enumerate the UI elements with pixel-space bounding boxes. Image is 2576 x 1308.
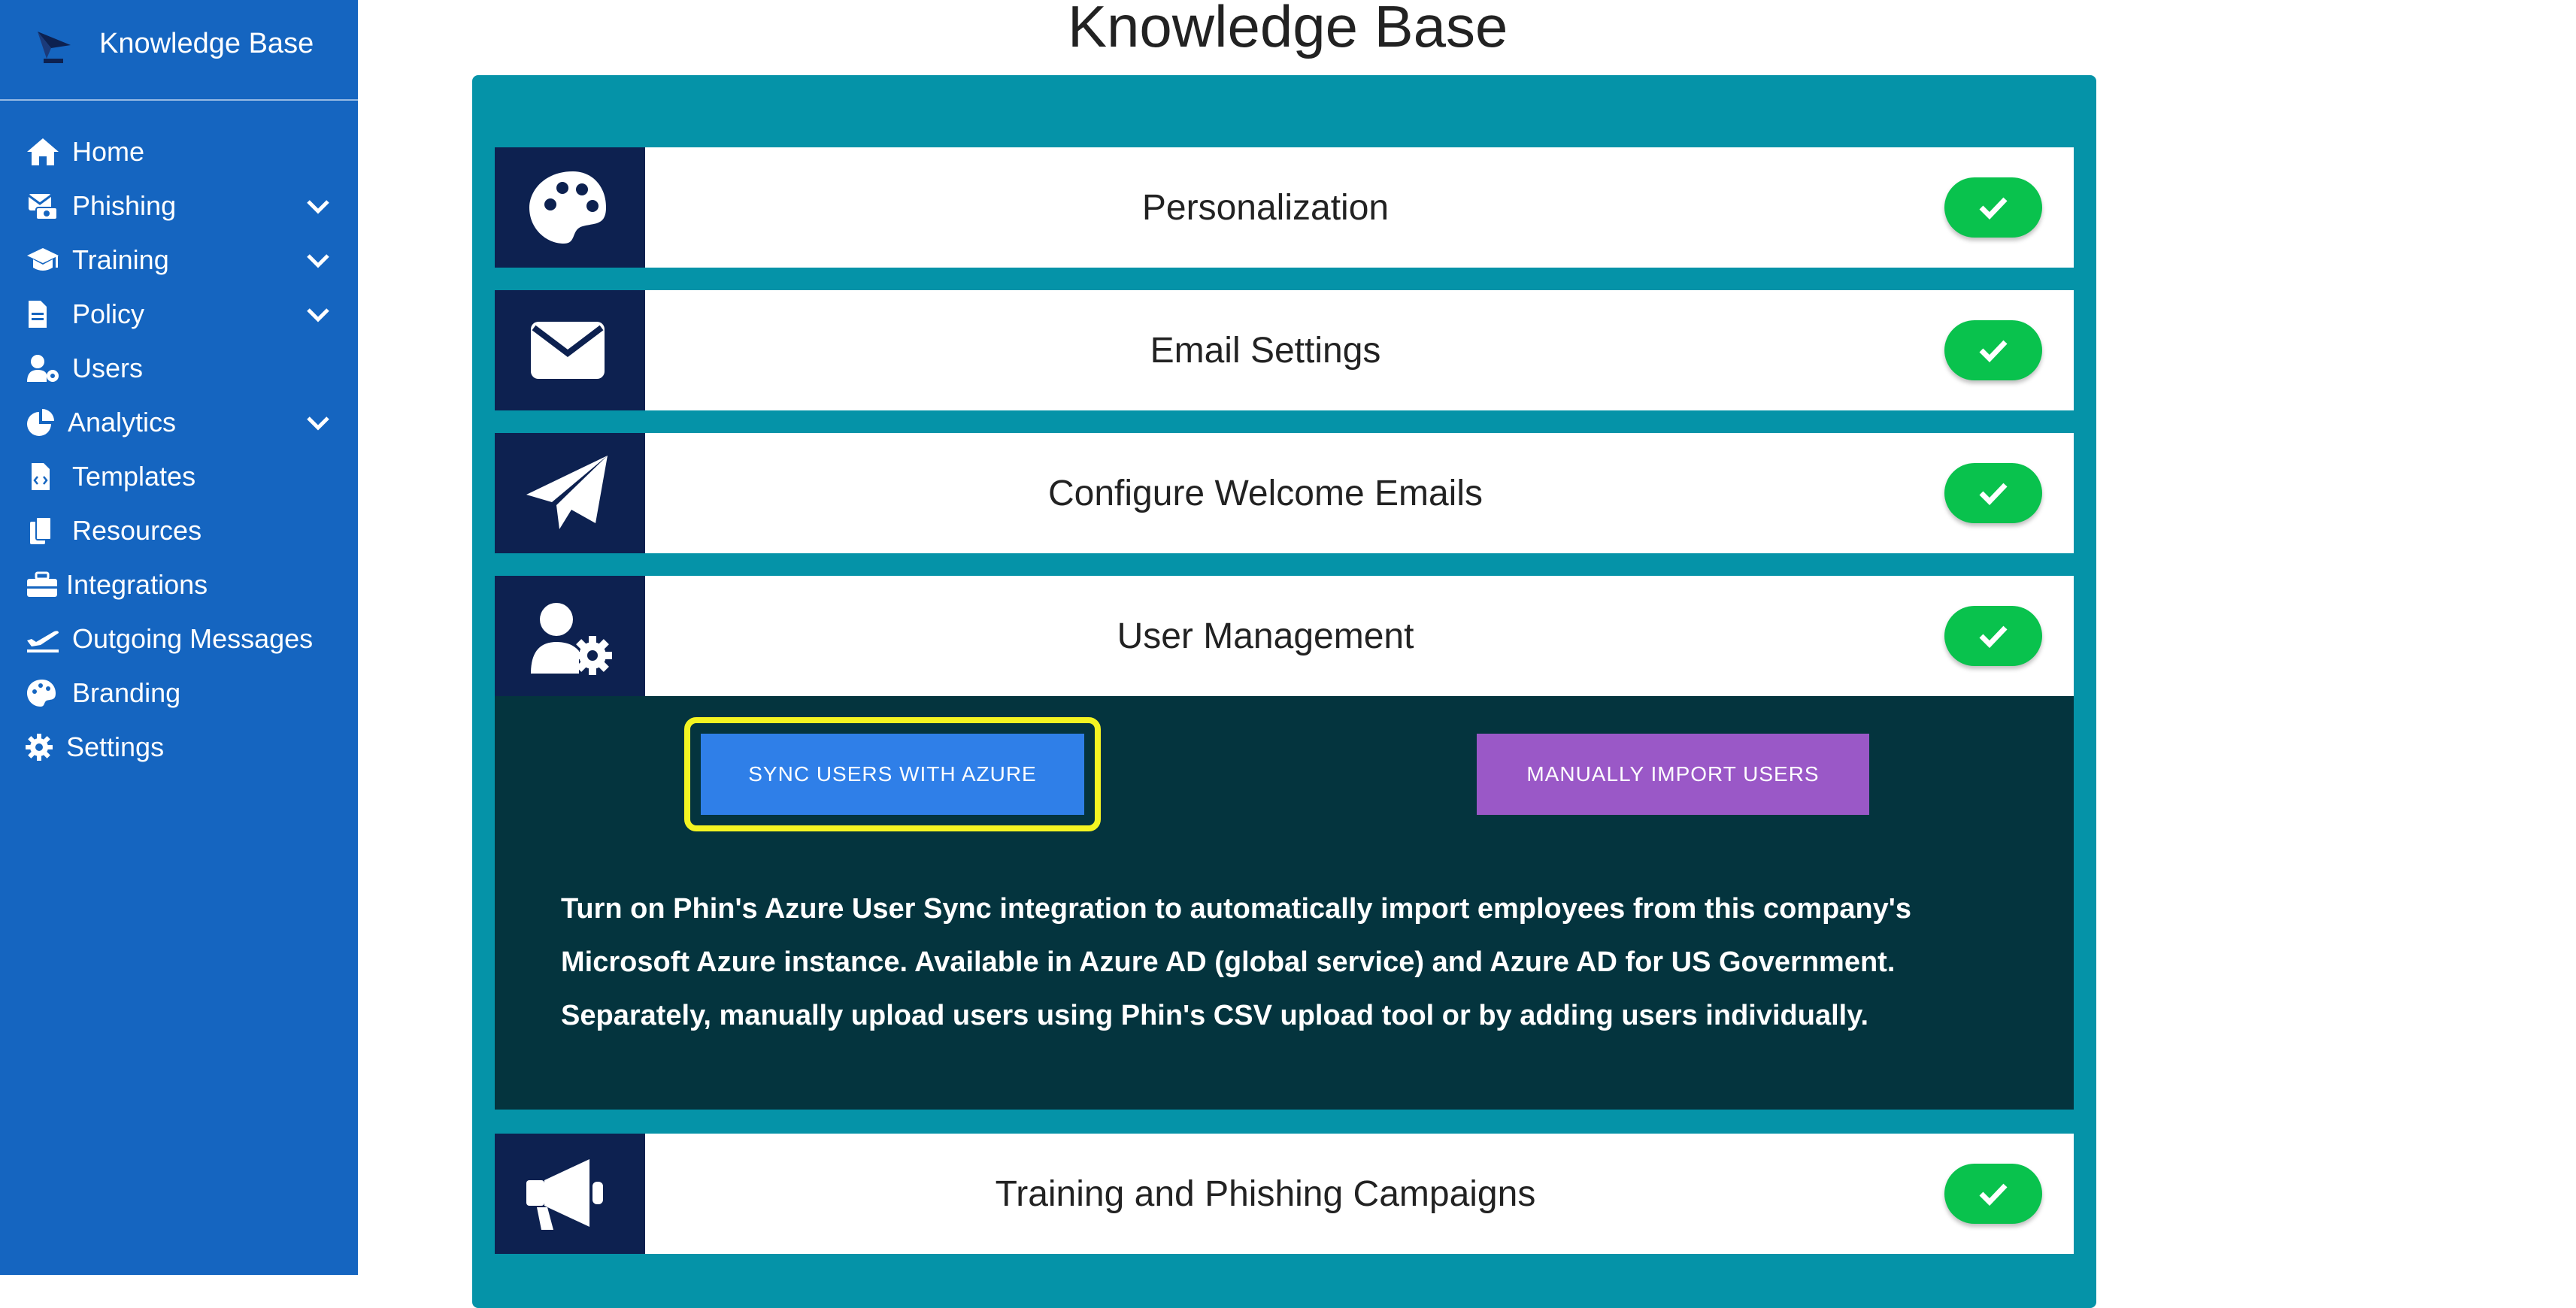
sidebar-item-label: Outgoing Messages — [72, 623, 314, 654]
sidebar-item-users[interactable]: Users — [0, 341, 358, 395]
phishing-icon — [28, 194, 58, 220]
section-icon-box — [495, 147, 645, 268]
check-icon — [1979, 625, 2008, 648]
section-email-settings[interactable]: Email Settings — [495, 290, 2074, 410]
document-icon — [29, 301, 47, 328]
user-gear-icon — [531, 603, 612, 675]
home-icon — [27, 138, 59, 165]
megaphone-icon — [526, 1159, 603, 1230]
sidebar-item-home[interactable]: Home — [0, 125, 358, 179]
sidebar-item-training[interactable]: Training — [0, 233, 358, 287]
sidebar-item-label: Templates — [72, 461, 196, 492]
sidebar-item-analytics[interactable]: Analytics — [0, 395, 358, 450]
section-title: User Management — [1117, 616, 1414, 656]
sidebar-brand[interactable]: Knowledge Base — [0, 0, 358, 101]
check-icon — [1979, 483, 2008, 505]
section-icon-box — [495, 290, 645, 410]
envelope-icon — [531, 322, 605, 379]
phin-logo-icon — [38, 32, 71, 63]
section-user-management[interactable]: User Management — [495, 576, 2074, 696]
sidebar-item-branding[interactable]: Branding — [0, 666, 358, 720]
code-file-icon — [32, 463, 50, 490]
completed-badge — [1944, 1164, 2042, 1224]
plane-departure-icon — [27, 631, 59, 652]
section-title: Configure Welcome Emails — [1048, 473, 1483, 513]
section-icon-box — [495, 1134, 645, 1254]
sidebar-item-label: Phishing — [72, 190, 177, 221]
section-training-and-phishing-campaigns[interactable]: Training and Phishing Campaigns — [495, 1134, 2074, 1254]
manually-import-users-button[interactable]: MANUALLY IMPORT USERS — [1477, 734, 1869, 815]
chevron-down-icon[interactable] — [305, 307, 331, 323]
completed-badge — [1944, 463, 2042, 523]
sidebar-item-policy[interactable]: Policy — [0, 287, 358, 341]
section-title: Personalization — [1141, 187, 1390, 228]
user-gear-icon — [27, 355, 59, 382]
check-icon — [1979, 340, 2008, 362]
check-icon — [1979, 1183, 2008, 1206]
chevron-down-icon[interactable] — [305, 253, 331, 269]
sidebar-item-label: Settings — [66, 731, 165, 762]
sidebar: Knowledge Base Home Phishing Training Po… — [0, 0, 358, 1275]
toolbox-icon — [27, 571, 57, 597]
sync-users-with-azure-button[interactable]: SYNC USERS WITH AZURE — [701, 734, 1084, 815]
palette-icon — [529, 171, 606, 244]
section-title: Email Settings — [1150, 330, 1381, 371]
sidebar-item-settings[interactable]: Settings — [0, 720, 358, 774]
sidebar-item-label: Training — [72, 244, 169, 275]
pie-chart-icon — [27, 409, 54, 436]
user-management-expanded: SYNC USERS WITH AZURE MANUALLY IMPORT US… — [495, 696, 2074, 1110]
sidebar-item-phishing[interactable]: Phishing — [0, 179, 358, 233]
sidebar-item-templates[interactable]: Templates — [0, 450, 358, 504]
sidebar-item-resources[interactable]: Resources — [0, 504, 358, 558]
palette-icon — [27, 680, 56, 707]
gear-icon — [26, 734, 53, 761]
sidebar-item-label: Home — [72, 136, 145, 167]
user-management-description: Turn on Phin's Azure User Sync integrati… — [561, 893, 1911, 1031]
sidebar-item-label: Resources — [72, 515, 202, 546]
completed-badge — [1944, 320, 2042, 380]
graduation-cap-icon — [27, 248, 59, 271]
sidebar-item-label: Branding — [72, 677, 181, 708]
chevron-down-icon[interactable] — [305, 198, 331, 215]
section-title: Training and Phishing Campaigns — [995, 1173, 1536, 1214]
paper-plane-icon — [526, 456, 608, 529]
completed-badge — [1944, 606, 2042, 666]
check-icon — [1979, 197, 2008, 220]
copy-icon — [30, 516, 52, 544]
page-title: Knowledge Base — [1068, 0, 1508, 59]
sidebar-item-label: Analytics — [68, 407, 177, 438]
sidebar-item-outgoing-messages[interactable]: Outgoing Messages — [0, 612, 358, 666]
section-personalization[interactable]: Personalization — [495, 147, 2074, 268]
sidebar-item-integrations[interactable]: Integrations — [0, 558, 358, 612]
sidebar-item-label: Integrations — [66, 569, 208, 600]
section-icon-box — [495, 433, 645, 553]
sidebar-item-label: Users — [72, 353, 144, 383]
chevron-down-icon[interactable] — [305, 415, 331, 431]
completed-badge — [1944, 177, 2042, 238]
section-icon-box — [495, 576, 645, 696]
section-configure-welcome-emails[interactable]: Configure Welcome Emails — [495, 433, 2074, 553]
sidebar-item-label: Policy — [72, 298, 145, 329]
brand-title: Knowledge Base — [99, 28, 314, 59]
